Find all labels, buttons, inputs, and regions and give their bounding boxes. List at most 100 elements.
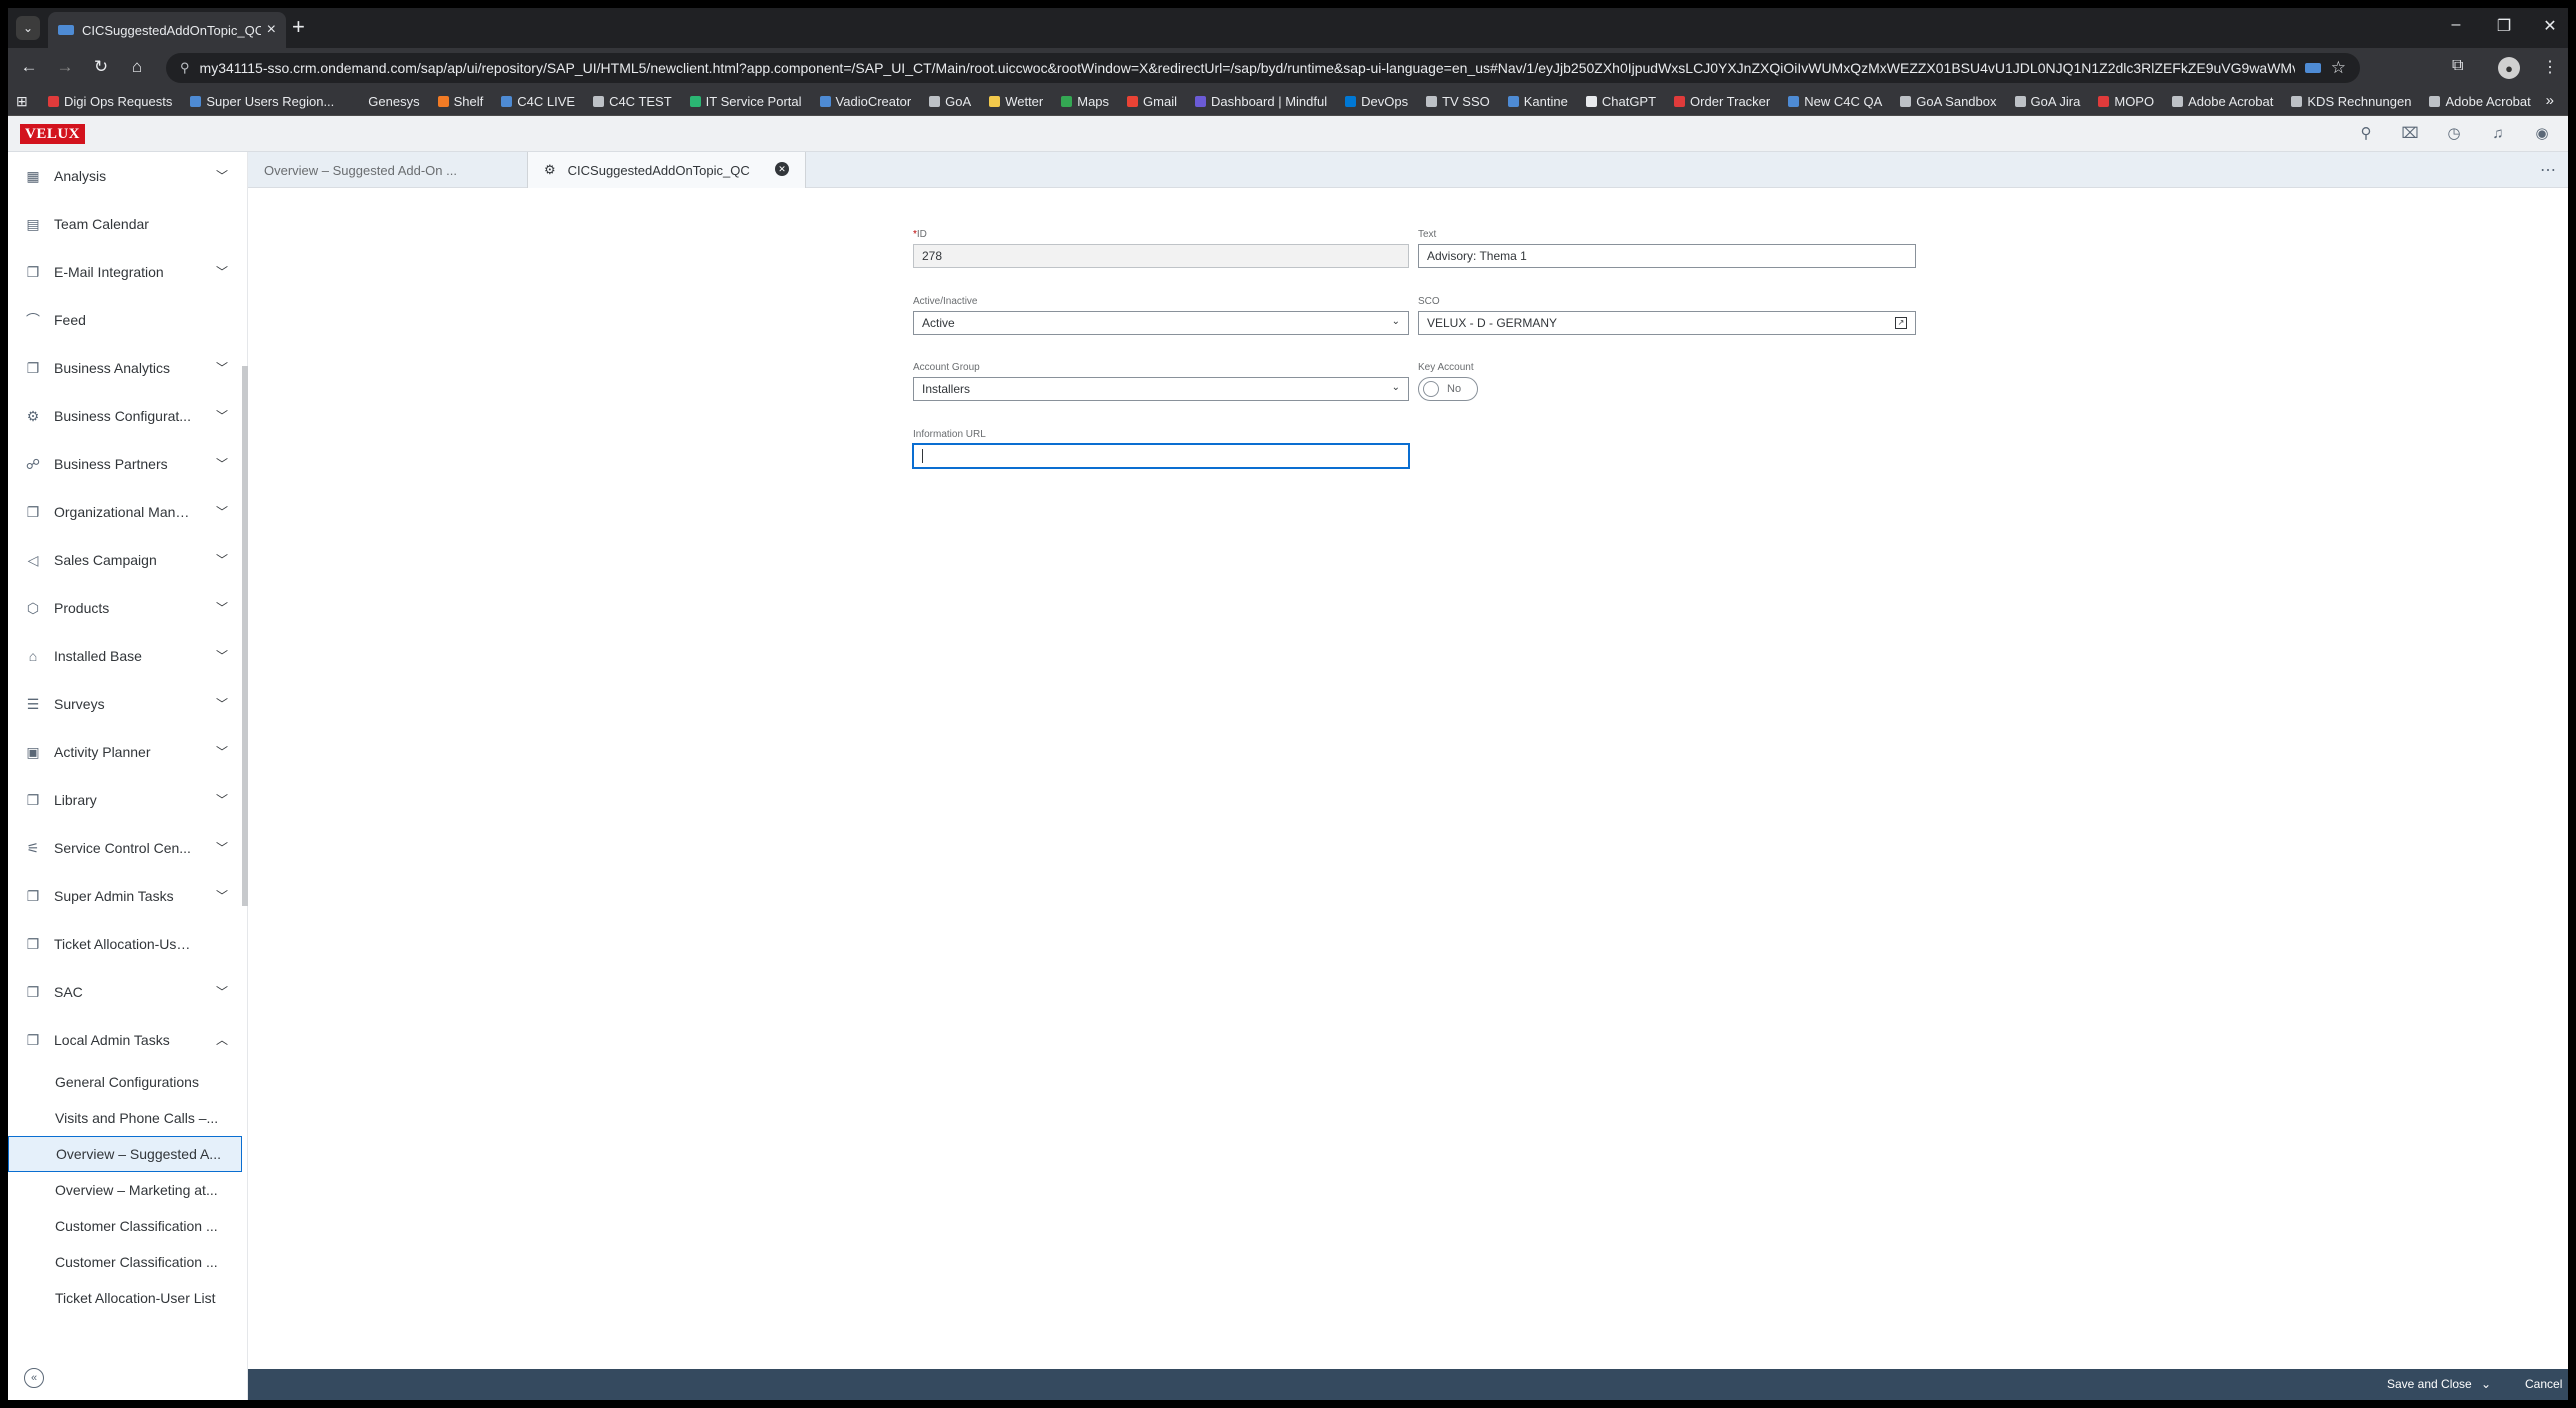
new-tab-button[interactable]: + — [292, 14, 305, 40]
bookmark-item[interactable]: KDS Rechnungen — [2291, 94, 2411, 109]
chevron-down-icon[interactable]: ﹀ — [216, 743, 228, 760]
close-tab-icon[interactable]: ✕ — [775, 162, 789, 176]
sidebar-item-super-admin-tasks[interactable]: ❐ Super Admin Tasks ﹀ — [8, 872, 242, 920]
sap-extension-icon[interactable] — [2304, 63, 2321, 73]
tab-cic-suggested-addon[interactable]: ⚙ CICSuggestedAddOnTopic_QC ✕ — [528, 152, 806, 188]
chevron-down-icon[interactable]: ﹀ — [216, 983, 228, 1000]
sidebar-item-organizational-mana[interactable]: ❐ Organizational Mana... ﹀ — [8, 488, 242, 536]
back-icon[interactable]: ← — [18, 57, 40, 77]
save-options-chevron-icon[interactable]: ⌄ — [2481, 1377, 2491, 1391]
bookmark-item[interactable]: C4C LIVE — [501, 94, 575, 109]
bookmark-item[interactable]: Maps — [1061, 94, 1109, 109]
sidebar-item-sac[interactable]: ❐ SAC ﹀ — [8, 968, 242, 1016]
sidebar-item-analysis[interactable]: ▦ Analysis ﹀ — [8, 152, 242, 200]
restore-icon[interactable]: ❐ — [2492, 16, 2516, 36]
chevron-down-icon[interactable]: ﹀ — [216, 695, 228, 712]
save-and-close-button[interactable]: Save and Close — [2387, 1377, 2472, 1391]
chevron-down-icon[interactable]: ﹀ — [216, 407, 228, 424]
sidebar-subitem[interactable]: Overview – Suggested A... — [8, 1136, 242, 1172]
bookmark-item[interactable]: C4C TEST — [593, 94, 672, 109]
browser-tab-active[interactable]: CICSuggestedAddOnTopic_QC × — [48, 12, 286, 48]
chevron-down-icon[interactable]: ﹀ — [216, 551, 228, 568]
sidebar-item-local-admin-tasks[interactable]: ❐ Local Admin Tasks ︿ — [8, 1016, 242, 1064]
site-info-icon[interactable]: ⚲ — [180, 60, 190, 76]
sidebar-item-business-analytics[interactable]: ❐ Business Analytics ﹀ — [8, 344, 242, 392]
sidebar-item-activity-planner[interactable]: ▣ Activity Planner ﹀ — [8, 728, 242, 776]
home-icon[interactable]: ⌂ — [126, 57, 148, 77]
inbox-icon[interactable]: ⌧ — [2400, 124, 2420, 144]
bookmark-item[interactable]: Gmail — [1127, 94, 1177, 109]
value-help-icon[interactable]: ↗ — [1895, 317, 1907, 329]
sidebar-item-business-configurat[interactable]: ⚙ Business Configurat... ﹀ — [8, 392, 242, 440]
sidebar-subitem[interactable]: Overview – Marketing at... — [8, 1172, 242, 1208]
bookmark-item[interactable]: GoA — [929, 94, 971, 109]
sidebar-item-library[interactable]: ❐ Library ﹀ — [8, 776, 242, 824]
cancel-button[interactable]: Cancel — [2525, 1377, 2562, 1391]
chevron-down-icon[interactable]: ⌄ — [1392, 316, 1400, 327]
active-select[interactable]: Active ⌄ — [913, 311, 1409, 335]
bookmark-item[interactable]: TV SSO — [1426, 94, 1490, 109]
chevron-down-icon[interactable]: ﹀ — [216, 599, 228, 616]
sidebar-subitem[interactable]: Visits and Phone Calls –... — [8, 1100, 242, 1136]
text-input[interactable]: Advisory: Thema 1 — [1418, 244, 1916, 268]
bookmark-item[interactable]: Adobe Acrobat — [2429, 94, 2531, 109]
sidebar-item-surveys[interactable]: ☰ Surveys ﹀ — [8, 680, 242, 728]
profile-avatar[interactable]: ● — [2498, 57, 2520, 79]
chevron-down-icon[interactable]: ﹀ — [216, 791, 228, 808]
chevron-down-icon[interactable]: ⌄ — [1392, 382, 1400, 393]
chevron-down-icon[interactable]: ﹀ — [216, 455, 228, 472]
bookmark-item[interactable]: Digi Ops Requests — [48, 94, 172, 109]
close-tab-icon[interactable]: × — [267, 21, 276, 39]
bookmark-item[interactable]: Kantine — [1507, 94, 1568, 109]
bookmark-item[interactable]: Adobe Acrobat — [2172, 94, 2273, 109]
velux-logo[interactable]: VELUX — [20, 124, 86, 144]
sco-input[interactable]: VELUX - D - GERMANY ↗ — [1418, 311, 1916, 335]
bookmark-item[interactable]: New C4C QA — [1788, 94, 1882, 109]
bookmark-item[interactable]: Genesys — [352, 94, 420, 109]
sidebar-item-business-partners[interactable]: ☍ Business Partners ﹀ — [8, 440, 242, 488]
collapse-sidebar-icon[interactable]: « — [24, 1368, 44, 1388]
chevron-down-icon[interactable]: ﹀ — [216, 167, 228, 184]
bookmark-item[interactable]: VadioCreator — [819, 94, 911, 109]
bookmark-item[interactable]: ChatGPT — [1585, 94, 1656, 109]
sidebar-item-installed-base[interactable]: ⌂ Installed Base ﹀ — [8, 632, 242, 680]
sidebar-subitem[interactable]: General Configurations — [8, 1064, 242, 1100]
minimize-icon[interactable]: – — [2444, 16, 2468, 34]
history-icon[interactable]: ◷ — [2444, 124, 2464, 144]
sidebar-item-e-mail-integration[interactable]: ❐ E-Mail Integration ﹀ — [8, 248, 242, 296]
bell-icon[interactable]: ♫ — [2488, 124, 2508, 144]
bookmark-item[interactable]: DevOps — [1345, 94, 1408, 109]
extensions-icon[interactable]: ⧉ — [2452, 57, 2463, 75]
chevron-down-icon[interactable]: ﹀ — [216, 839, 228, 856]
search-icon[interactable]: ⚲ — [2356, 124, 2376, 144]
sidebar-subitem[interactable]: Customer Classification ... — [8, 1208, 242, 1244]
account-group-select[interactable]: Installers ⌄ — [913, 377, 1409, 401]
reload-icon[interactable]: ↻ — [90, 57, 112, 77]
tab-overview-suggested[interactable]: Overview – Suggested Add-On ... — [248, 152, 528, 188]
forward-icon[interactable]: → — [54, 57, 76, 77]
bookmark-item[interactable]: MOPO — [2098, 94, 2154, 109]
sidebar-item-sales-campaign[interactable]: ◁ Sales Campaign ﹀ — [8, 536, 242, 584]
chevron-down-icon[interactable]: ﹀ — [216, 887, 228, 904]
tab-search-button[interactable]: ⌄ — [16, 16, 40, 40]
key-account-switch[interactable]: No — [1418, 377, 1478, 401]
chevron-down-icon[interactable]: ﹀ — [216, 503, 228, 520]
bookmark-item[interactable]: Dashboard | Mindful — [1195, 94, 1327, 109]
apps-grid-icon[interactable]: ⊞ — [16, 93, 38, 110]
info-url-input[interactable] — [912, 443, 1410, 469]
sidebar-subitem[interactable]: Ticket Allocation-User List — [8, 1280, 242, 1316]
bookmark-item[interactable]: Order Tracker — [1674, 94, 1770, 109]
more-bookmarks-icon[interactable]: » — [2546, 92, 2554, 109]
bookmark-item[interactable]: Shelf — [437, 94, 483, 109]
bookmark-item[interactable]: Super Users Region... — [190, 94, 334, 109]
chevron-down-icon[interactable]: ﹀ — [216, 359, 228, 376]
address-bar[interactable]: ⚲ my341115-sso.crm.ondemand.com/sap/ap/u… — [166, 53, 2360, 83]
sidebar-item-service-control-cen[interactable]: ⚟ Service Control Cen... ﹀ — [8, 824, 242, 872]
overflow-menu-icon[interactable]: ⋯ — [2540, 160, 2556, 180]
bookmark-item[interactable]: IT Service Portal — [689, 94, 802, 109]
sidebar-item-ticket-allocation-user-list[interactable]: ❐ Ticket Allocation-User List — [8, 920, 242, 968]
chevron-down-icon[interactable]: ﹀ — [216, 647, 228, 664]
browser-menu-icon[interactable]: ⋮ — [2542, 57, 2558, 77]
chevron-up-icon[interactable]: ︿ — [216, 1031, 228, 1048]
bookmark-star-icon[interactable]: ☆ — [2331, 58, 2346, 78]
